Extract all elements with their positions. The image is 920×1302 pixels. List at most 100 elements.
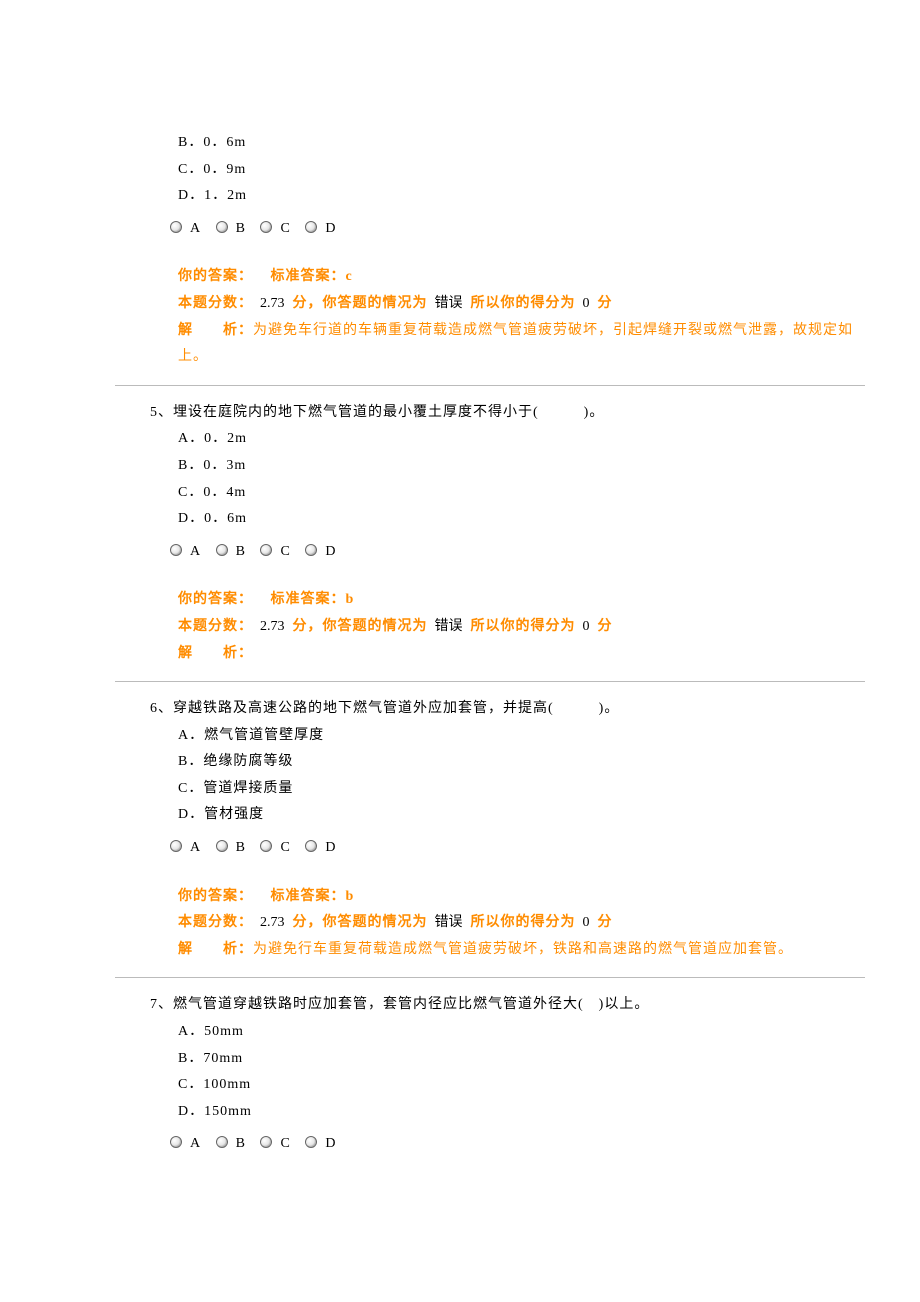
radio-icon <box>170 221 182 233</box>
radio-icon <box>170 840 182 852</box>
standard-answer-value: c <box>346 269 353 284</box>
score-unit: 分，你答题的情况为 <box>293 619 428 634</box>
radio-group-q4: A B C D <box>150 210 865 245</box>
question-7: 7、燃气管道穿越铁路时应加套管，套管内径应比燃气管道外径大( )以上。 A．50… <box>150 992 865 1160</box>
option-b: B．70mm <box>150 1046 865 1073</box>
radio-icon <box>260 1136 272 1148</box>
radio-icon <box>305 1136 317 1148</box>
question-7-stem: 7、燃气管道穿越铁路时应加套管，套管内径应比燃气管道外径大( )以上。 <box>150 992 865 1019</box>
your-answer-label: 你的答案： <box>178 592 253 607</box>
radio-c-label: C <box>280 840 289 855</box>
radio-b[interactable]: B <box>216 1131 245 1158</box>
radio-b[interactable]: B <box>216 539 245 566</box>
radio-icon <box>216 840 228 852</box>
radio-d-label: D <box>325 221 335 236</box>
radio-icon <box>216 1136 228 1148</box>
divider <box>115 385 865 386</box>
radio-c-label: C <box>280 544 289 559</box>
radio-c[interactable]: C <box>260 1131 289 1158</box>
radio-icon <box>260 840 272 852</box>
analysis-line-q4: 解 析：为避免车行道的车辆重复荷载造成燃气管道疲劳破坏，引起焊缝开裂或燃气泄露，… <box>150 318 865 371</box>
your-answer-label: 你的答案： <box>178 269 253 284</box>
radio-d-label: D <box>325 1136 335 1151</box>
radio-d[interactable]: D <box>305 835 335 862</box>
analysis-line-q6: 解 析：为避免行车重复荷载造成燃气管道疲劳破坏，铁路和高速路的燃气管道应加套管。 <box>150 937 865 964</box>
radio-group-q6: A B C D <box>150 829 865 864</box>
radio-d[interactable]: D <box>305 216 335 243</box>
q7-number: 7、 <box>150 997 173 1012</box>
radio-b-label: B <box>236 544 245 559</box>
option-a: A．0．2m <box>150 426 865 453</box>
score-points: 2.73 <box>260 619 285 634</box>
score-points: 2.73 <box>260 915 285 930</box>
divider <box>115 681 865 682</box>
radio-a[interactable]: A <box>170 216 200 243</box>
radio-icon <box>216 221 228 233</box>
score-line-q5: 本题分数： 2.73 分，你答题的情况为 错误 所以你的得分为 0 分 <box>150 614 865 641</box>
question-6: 6、穿越铁路及高速公路的地下燃气管道外应加套管，并提高( )。 A．燃气管道管壁… <box>150 696 865 963</box>
status-value: 错误 <box>435 619 463 634</box>
radio-a[interactable]: A <box>170 1131 200 1158</box>
radio-d[interactable]: D <box>305 539 335 566</box>
gained-points: 0 <box>583 296 590 311</box>
radio-c-label: C <box>280 221 289 236</box>
option-d: D．管材强度 <box>150 802 865 829</box>
score-prefix: 本题分数： <box>178 296 253 311</box>
radio-a-label: A <box>190 840 200 855</box>
radio-d-label: D <box>325 544 335 559</box>
radio-d[interactable]: D <box>305 1131 335 1158</box>
answer-line-q6: 你的答案： 标准答案：b <box>150 884 865 911</box>
after-status-1: 所以你的得分为 <box>471 619 576 634</box>
standard-answer-value: b <box>346 592 355 607</box>
radio-group-q7: A B C D <box>150 1125 865 1160</box>
radio-b[interactable]: B <box>216 216 245 243</box>
score-prefix: 本题分数： <box>178 915 253 930</box>
radio-b[interactable]: B <box>216 835 245 862</box>
option-b: B．0．3m <box>150 453 865 480</box>
after-status-2: 分 <box>598 296 613 311</box>
radio-c[interactable]: C <box>260 216 289 243</box>
radio-icon <box>305 840 317 852</box>
radio-icon <box>260 544 272 556</box>
analysis-label: 解 析： <box>178 942 253 957</box>
option-b: B．0．6m <box>150 130 865 157</box>
after-status-1: 所以你的得分为 <box>471 296 576 311</box>
status-value: 错误 <box>435 296 463 311</box>
radio-c[interactable]: C <box>260 835 289 862</box>
radio-a-label: A <box>190 221 200 236</box>
question-6-stem: 6、穿越铁路及高速公路的地下燃气管道外应加套管，并提高( )。 <box>150 696 865 723</box>
gained-points: 0 <box>583 619 590 634</box>
q6-number: 6、 <box>150 701 173 716</box>
q5-number: 5、 <box>150 405 173 420</box>
radio-icon <box>305 221 317 233</box>
radio-a-label: A <box>190 1136 200 1151</box>
analysis-text: 为避免车行道的车辆重复荷载造成燃气管道疲劳破坏，引起焊缝开裂或燃气泄露，故规定如… <box>178 323 853 365</box>
radio-icon <box>170 544 182 556</box>
after-status-1: 所以你的得分为 <box>471 915 576 930</box>
analysis-text: 为避免行车重复荷载造成燃气管道疲劳破坏，铁路和高速路的燃气管道应加套管。 <box>253 942 793 957</box>
option-d: D．150mm <box>150 1099 865 1126</box>
score-prefix: 本题分数： <box>178 619 253 634</box>
standard-answer-value: b <box>346 889 355 904</box>
divider <box>115 977 865 978</box>
option-d: D．1．2m <box>150 183 865 210</box>
question-4-partial: B．0．6m C．0．9m D．1．2m A B C D 你的答案： 标准答案：… <box>150 130 865 371</box>
standard-answer-label: 标准答案： <box>271 592 346 607</box>
option-c: C．0．9m <box>150 157 865 184</box>
radio-a[interactable]: A <box>170 539 200 566</box>
after-status-2: 分 <box>598 619 613 634</box>
score-line-q4: 本题分数： 2.73 分，你答题的情况为 错误 所以你的得分为 0 分 <box>150 291 865 318</box>
option-c: C．管道焊接质量 <box>150 776 865 803</box>
standard-answer-label: 标准答案： <box>271 889 346 904</box>
option-c: C．100mm <box>150 1072 865 1099</box>
q6-text: 穿越铁路及高速公路的地下燃气管道外应加套管，并提高( )。 <box>173 701 619 716</box>
after-status-2: 分 <box>598 915 613 930</box>
radio-icon <box>216 544 228 556</box>
radio-a[interactable]: A <box>170 835 200 862</box>
analysis-label: 解 析： <box>178 323 253 338</box>
radio-c[interactable]: C <box>260 539 289 566</box>
radio-d-label: D <box>325 840 335 855</box>
score-unit: 分，你答题的情况为 <box>293 296 428 311</box>
standard-answer-label: 标准答案： <box>271 269 346 284</box>
score-points: 2.73 <box>260 296 285 311</box>
